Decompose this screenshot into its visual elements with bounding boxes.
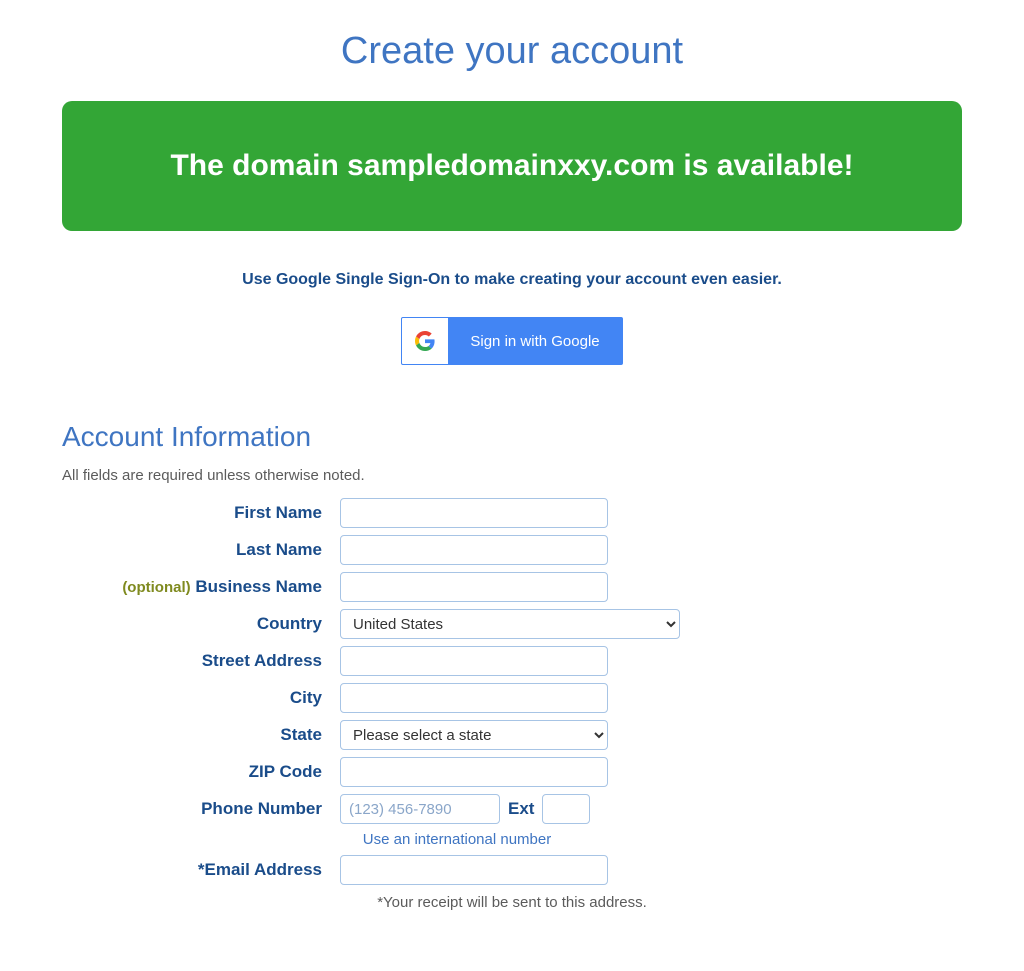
city-input[interactable] (340, 683, 608, 713)
section-title-account-info: Account Information (62, 421, 962, 453)
zip-label: ZIP Code (62, 762, 322, 782)
google-signin-label: Sign in with Google (448, 318, 621, 364)
street-address-label: Street Address (62, 651, 322, 671)
zip-input[interactable] (340, 757, 608, 787)
country-label: Country (62, 614, 322, 634)
email-label: *Email Address (62, 860, 322, 880)
optional-tag: (optional) (122, 579, 190, 596)
phone-input[interactable] (340, 794, 500, 824)
business-name-input[interactable] (340, 572, 608, 602)
first-name-label: First Name (62, 503, 322, 523)
sso-prompt: Use Google Single Sign-On to make creati… (62, 271, 962, 289)
last-name-label: Last Name (62, 540, 322, 560)
email-input[interactable] (340, 855, 608, 885)
city-label: City (62, 688, 322, 708)
international-number-link[interactable]: Use an international number (363, 831, 551, 848)
phone-ext-input[interactable] (542, 794, 590, 824)
required-fields-note: All fields are required unless otherwise… (62, 467, 962, 484)
availability-banner: The domain sampledomainxxy.com is availa… (62, 101, 962, 231)
last-name-input[interactable] (340, 535, 608, 565)
email-receipt-note: *Your receipt will be sent to this addre… (62, 894, 962, 911)
street-address-input[interactable] (340, 646, 608, 676)
google-signin-button[interactable]: Sign in with Google (401, 317, 622, 365)
first-name-input[interactable] (340, 498, 608, 528)
business-name-label: (optional) Business Name (62, 577, 322, 597)
country-select[interactable]: United States (340, 609, 680, 639)
page-title: Create your account (62, 30, 962, 73)
state-select[interactable]: Please select a state (340, 720, 608, 750)
state-label: State (62, 725, 322, 745)
phone-label: Phone Number (62, 799, 322, 819)
google-logo-icon (402, 318, 448, 364)
phone-ext-label: Ext (508, 799, 534, 819)
